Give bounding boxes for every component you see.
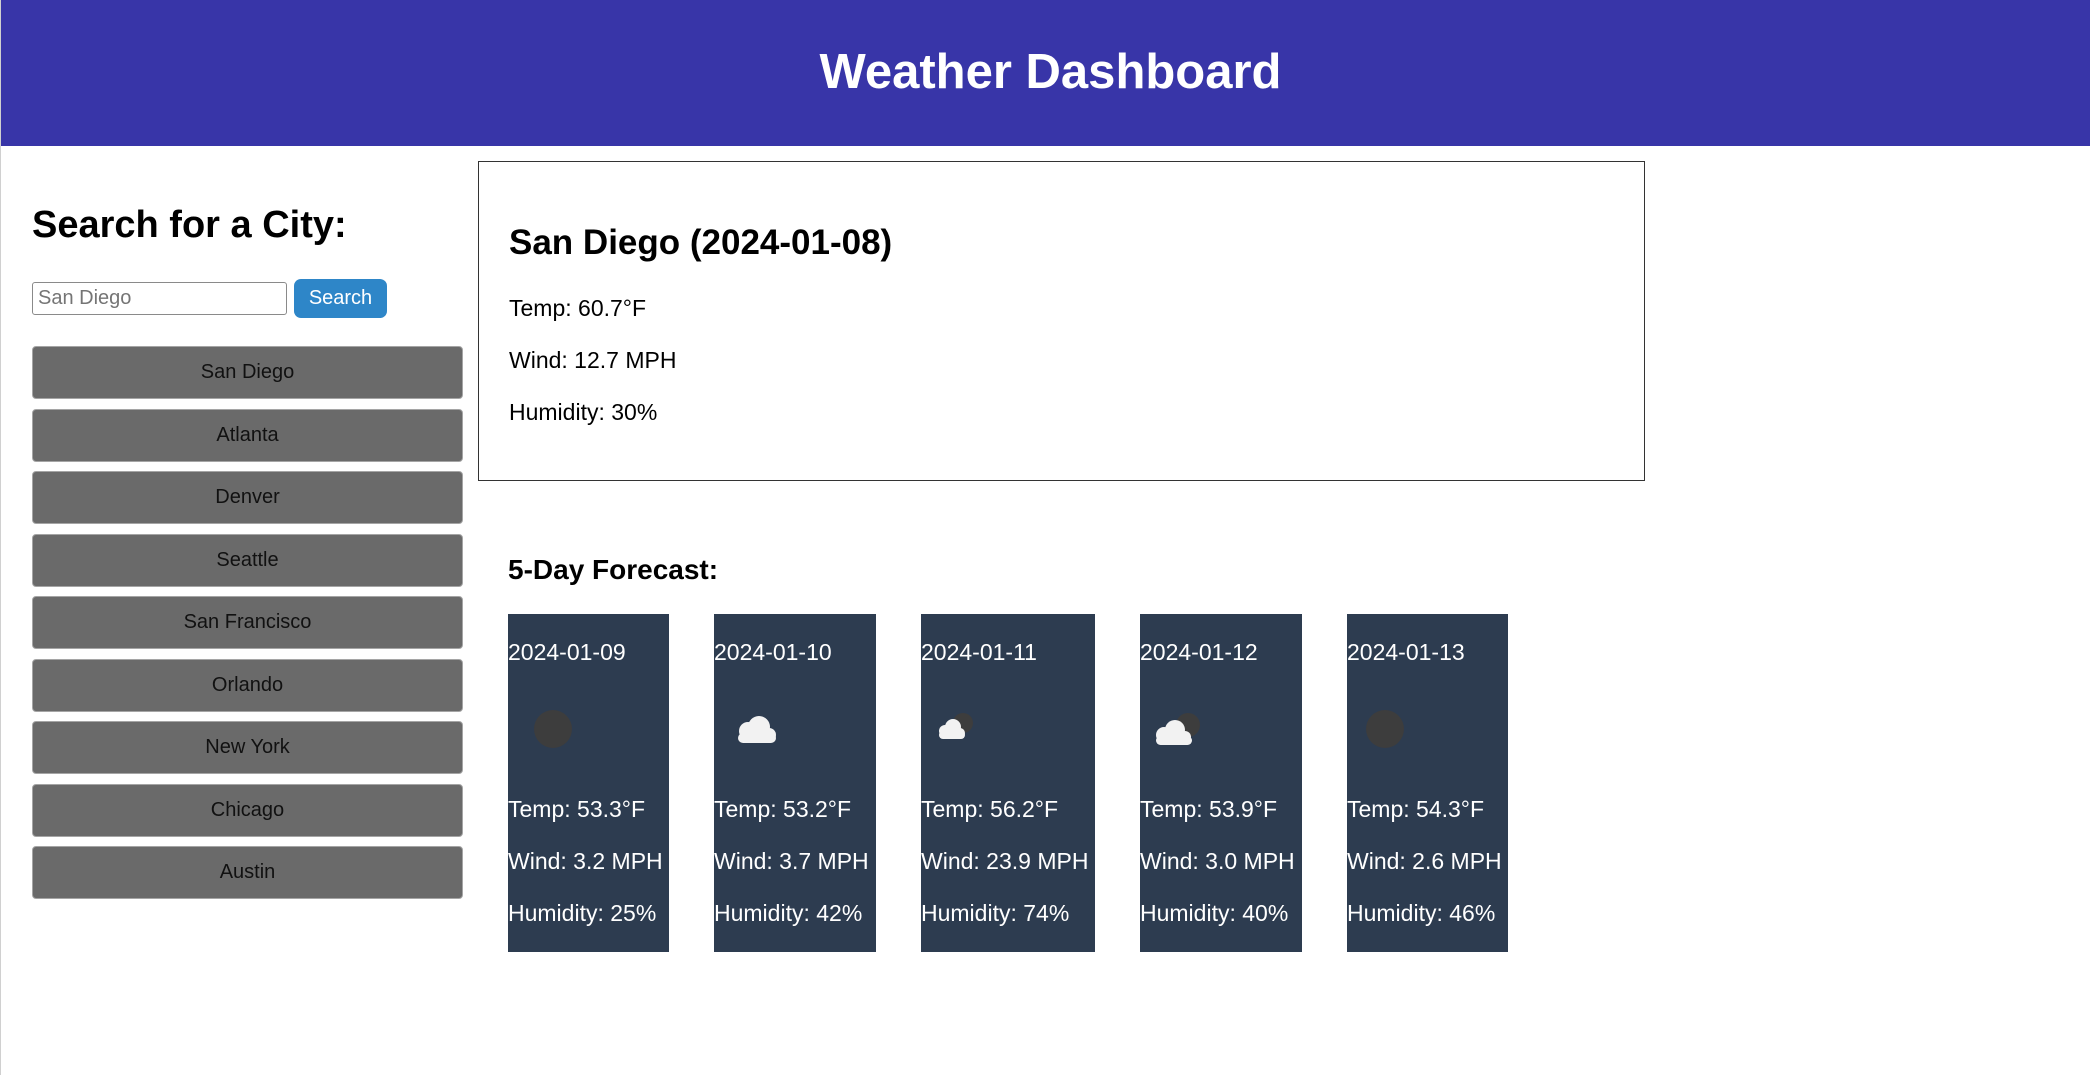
current-humidity: Humidity: 30% — [509, 399, 658, 425]
city-button-chicago[interactable]: Chicago — [32, 783, 463, 837]
forecast-wind: Wind: 3.7 MPH — [714, 848, 869, 874]
cloud-icon — [738, 716, 776, 743]
forecast-title: 5-Day Forecast: — [508, 554, 719, 585]
forecast-date: 2024-01-10 — [714, 639, 832, 665]
forecast-wind: Wind: 3.0 MPH — [1140, 848, 1295, 874]
forecast-card: 2024-01-13 Temp: 54.3°F Wind: 2.6 MPH Hu… — [1347, 614, 1508, 952]
city-button-new-york[interactable]: New York — [32, 721, 463, 774]
forecast-wind: Wind: 23.9 MPH — [921, 848, 1089, 874]
city-button-orlando[interactable]: Orlando — [32, 658, 463, 712]
forecast-date: 2024-01-12 — [1140, 639, 1258, 665]
forecast-date: 2024-01-13 — [1347, 639, 1465, 665]
forecast-date: 2024-01-11 — [921, 639, 1037, 665]
city-button-san-francisco[interactable]: San Francisco — [32, 596, 463, 649]
forecast-temp: Temp: 53.2°F — [714, 796, 852, 822]
city-button-atlanta[interactable]: Atlanta — [32, 408, 463, 462]
forecast-humidity: Humidity: 25% — [508, 900, 657, 926]
forecast-humidity: Humidity: 42% — [714, 900, 863, 926]
partly-cloudy-night-icon — [939, 713, 973, 739]
city-search-input[interactable] — [32, 282, 287, 315]
forecast-humidity: Humidity: 40% — [1140, 900, 1289, 926]
forecast-temp: Temp: 53.3°F — [508, 796, 646, 822]
app-header: Weather Dashboard — [1, 0, 2090, 146]
forecast-card: 2024-01-09 Temp: 53.3°F Wind: 3.2 MPH Hu… — [508, 614, 669, 952]
current-temp: Temp: 60.7°F — [509, 295, 647, 321]
search-row: Search — [32, 279, 387, 318]
search-button[interactable]: Search — [294, 279, 387, 318]
forecast-wind: Wind: 2.6 MPH — [1347, 848, 1502, 874]
current-wind: Wind: 12.7 MPH — [509, 347, 677, 373]
city-button-denver[interactable]: Denver — [32, 471, 463, 524]
city-button-san-diego[interactable]: San Diego — [32, 346, 463, 399]
forecast-temp: Temp: 56.2°F — [921, 796, 1059, 822]
search-heading: Search for a City: — [32, 204, 347, 246]
forecast-card: 2024-01-11 Temp: 56.2°F Wind: 23.9 MPH H… — [921, 614, 1095, 952]
forecast-humidity: Humidity: 74% — [921, 900, 1070, 926]
clear-night-icon — [1366, 710, 1404, 748]
forecast-card: 2024-01-10 Temp: 53.2°F Wind: 3.7 MPH Hu… — [714, 614, 876, 952]
current-city-title: San Diego (2024-01-08) — [509, 223, 893, 262]
page: Weather Dashboard Search for a City: Sea… — [0, 0, 2090, 1075]
current-weather-panel: San Diego (2024-01-08) Temp: 60.7°F Wind… — [478, 161, 1645, 481]
page-title: Weather Dashboard — [819, 45, 1282, 99]
forecast-wind: Wind: 3.2 MPH — [508, 848, 663, 874]
forecast-humidity: Humidity: 46% — [1347, 900, 1496, 926]
clear-night-icon — [534, 710, 572, 748]
city-button-seattle[interactable]: Seattle — [32, 533, 463, 587]
partly-cloudy-night-icon — [1156, 713, 1200, 745]
forecast-date: 2024-01-09 — [508, 639, 626, 665]
city-button-austin[interactable]: Austin — [32, 846, 463, 899]
search-history-list: San Diego Atlanta Denver Seattle San Fra… — [32, 346, 463, 909]
forecast-temp: Temp: 54.3°F — [1347, 796, 1485, 822]
forecast-temp: Temp: 53.9°F — [1140, 796, 1278, 822]
forecast-card: 2024-01-12 Temp: 53.9°F Wind: 3.0 MPH Hu… — [1140, 614, 1302, 952]
